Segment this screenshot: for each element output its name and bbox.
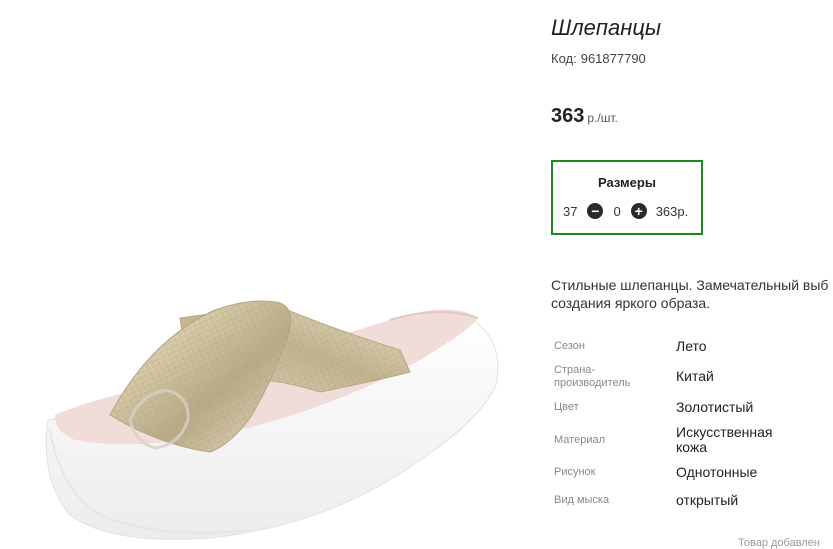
property-value: Лето	[676, 338, 707, 354]
slipper-image	[45, 300, 499, 540]
property-value: Искусственная кожа	[676, 424, 773, 455]
product-title: Шлепанцы	[551, 15, 662, 40]
price-unit: р./шт.	[587, 111, 618, 125]
sizes-title: Размеры	[598, 175, 656, 190]
product-photo[interactable]	[0, 0, 520, 546]
property-name: Материал	[554, 433, 605, 446]
product-code-label: Код:	[551, 51, 577, 66]
property-name: Вид мыска	[554, 493, 610, 506]
size-number: 37	[563, 203, 578, 219]
description-line-1: Стильные шлепанцы. Замечательный выб	[551, 277, 829, 293]
property-row: Вид мыска открытый	[551, 486, 791, 514]
product-code-value: 961877790	[580, 51, 646, 66]
product-price: 363 р./шт.	[551, 105, 618, 128]
size-row-price: 363р.	[655, 203, 689, 219]
property-name: Сезон	[554, 340, 585, 352]
property-name: Цвет	[554, 401, 579, 413]
sizes-box: Размеры 37 − 0 + 363р.	[551, 160, 703, 235]
property-value: Однотонные	[676, 463, 758, 480]
property-value: Китай	[676, 368, 714, 384]
plus-circle-icon[interactable]: +	[630, 203, 647, 219]
property-value: открытый	[676, 491, 739, 508]
properties-table: Сезон Лето Страна- производитель Китай Ц…	[551, 333, 791, 514]
property-name: Рисунок	[554, 465, 596, 478]
property-row: Сезон Лето	[551, 333, 791, 360]
property-value: Золотистый	[676, 399, 754, 415]
property-name: Страна- производитель	[554, 363, 631, 389]
size-row: 37 − 0 + 363р.	[563, 203, 688, 219]
quantity-value[interactable]: 0	[613, 204, 620, 219]
product-code: Код: 961877790	[551, 51, 646, 66]
description-line-2: создания яркого образа.	[551, 295, 711, 311]
product-description: Стильные шлепанцы. Замечательный выб соз…	[551, 276, 833, 312]
added-to-cart-link[interactable]: Товар добавлен	[738, 537, 820, 549]
price-value: 363	[551, 105, 585, 127]
property-row: Страна- производитель Китай	[551, 360, 791, 393]
property-row: Цвет Золотистый	[551, 393, 791, 422]
property-row: Рисунок Однотонные	[551, 458, 791, 486]
minus-circle-icon[interactable]: −	[587, 203, 604, 219]
property-row: Материал Искусственная кожа	[551, 422, 791, 458]
